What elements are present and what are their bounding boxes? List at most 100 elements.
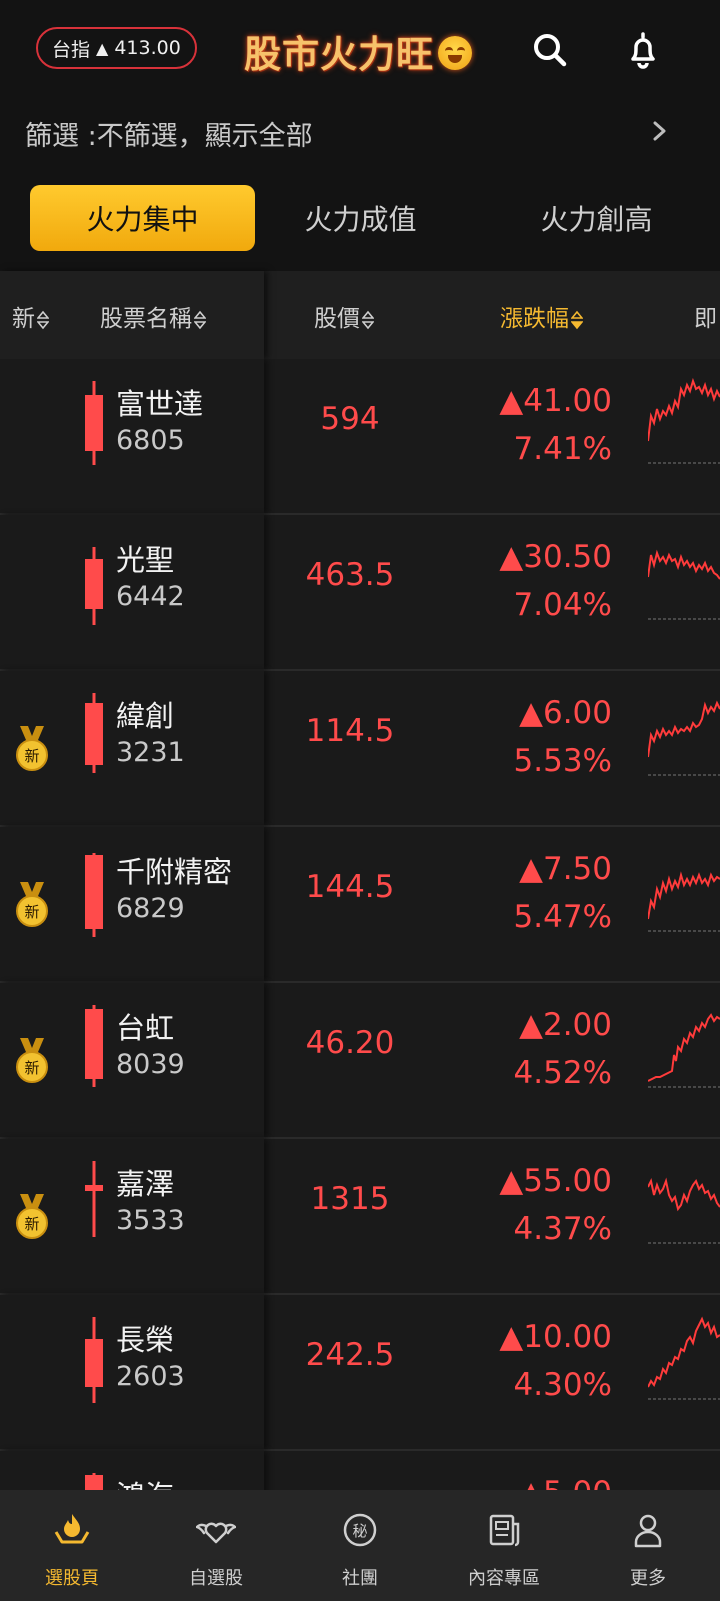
column-header: 新 股票名稱 股價 漲跌幅 即 [0, 271, 720, 359]
stock-percent: 4.52% [513, 1055, 612, 1091]
bell-icon[interactable] [621, 28, 665, 72]
stock-name: 嘉澤 [116, 1167, 175, 1201]
stock-row[interactable]: 鴻海 ▲5.00 [0, 1451, 720, 1490]
filter-text: 篩選 :不篩選，顯示全部 [25, 114, 313, 153]
taiex-index-pill[interactable]: 台指 ▲ 413.00 [36, 27, 197, 69]
stock-change: ▲30.50 [499, 539, 612, 575]
index-label: 台指 [52, 38, 91, 61]
medal-text: 新 [24, 903, 39, 921]
stock-change-block: ▲5.00 [440, 1469, 612, 1490]
sort-icon [194, 310, 206, 329]
nav-content[interactable]: 內容專區 [432, 1490, 576, 1601]
candlestick-icon [85, 1161, 103, 1237]
newspaper-icon [489, 1514, 520, 1547]
filter-value: 不篩選，顯示全部 [96, 121, 313, 152]
nav-label: 選股頁 [45, 1568, 99, 1589]
stock-name: 富世達 [116, 387, 204, 421]
stock-code: 6442 [116, 581, 185, 612]
stock-percent: 4.37% [513, 1211, 612, 1247]
nav-label: 內容專區 [468, 1568, 540, 1589]
stock-percent: 7.41% [513, 431, 612, 467]
stock-code: 8039 [116, 1049, 185, 1080]
candlestick-icon [85, 547, 103, 625]
intraday-sparkline [648, 871, 720, 932]
stock-row[interactable]: 新 嘉澤 3533 1315 ▲55.00 4.37% [0, 1139, 720, 1295]
stock-percent: 7.04% [513, 587, 612, 623]
new-medal-icon: 新 [16, 726, 48, 771]
stock-name: 長榮 [116, 1323, 175, 1357]
app-header: 台指 ▲ 413.00 股市火力旺 [0, 0, 720, 100]
tab-fire-focus[interactable]: 火力集中 [30, 185, 255, 251]
nav-community[interactable]: 秘 社團 [288, 1490, 432, 1601]
stock-change-block: ▲30.50 7.04% [440, 533, 612, 629]
stock-change-block: ▲10.00 4.30% [440, 1313, 612, 1409]
intraday-sparkline [648, 1013, 720, 1088]
stock-name: 千附精密 [116, 855, 233, 889]
sort-icon [362, 310, 374, 329]
candlestick-icon [85, 693, 103, 773]
col-name[interactable]: 股票名稱 [100, 299, 206, 333]
stock-change: ▲6.00 [519, 695, 612, 731]
stock-row[interactable]: 光聖 6442 463.5 ▲30.50 7.04% [0, 515, 720, 671]
stock-list[interactable]: 富世達 6805 594 ▲41.00 7.41% 光聖 6442 463.5 … [0, 359, 720, 1490]
stock-name: 台虹 [116, 1011, 175, 1045]
tab-fire-high[interactable]: 火力創高 [484, 185, 709, 251]
stock-code: 3231 [116, 737, 185, 768]
nav-watchlist[interactable]: 自選股 [144, 1490, 288, 1601]
col-price-label: 股價 [314, 306, 360, 332]
stock-change: ▲5.00 [440, 1469, 612, 1490]
search-icon[interactable] [528, 28, 572, 72]
nav-label: 更多 [630, 1568, 666, 1589]
new-medal-icon: 新 [16, 882, 48, 927]
filter-label: 篩選 : [25, 121, 97, 152]
medal-text: 新 [24, 1059, 39, 1077]
stock-name: 光聖 [116, 543, 175, 577]
stock-row[interactable]: 新 緯創 3231 114.5 ▲6.00 5.53% [0, 671, 720, 827]
candlestick-icon [85, 381, 103, 465]
app-title: 股市火力旺 [244, 32, 434, 76]
intraday-sparkline [648, 1316, 720, 1400]
stock-price: 114.5 [305, 713, 395, 749]
index-value: 413.00 [114, 37, 181, 59]
index-arrow: ▲ [96, 38, 109, 58]
nav-label: 自選股 [189, 1568, 243, 1589]
candlestick-icon [85, 1317, 103, 1403]
stock-change: ▲41.00 [499, 383, 612, 419]
candlestick-icon [85, 1005, 103, 1087]
col-intraday[interactable]: 即 [694, 299, 717, 333]
bottom-nav: 選股頁 自選股 秘 社團 內容專區 更多 [0, 1490, 720, 1601]
stock-row[interactable]: 新 台虹 8039 46.20 ▲2.00 4.52% [0, 983, 720, 1139]
stock-change-block: ▲6.00 5.53% [440, 689, 612, 785]
medal-text: 新 [24, 747, 39, 765]
nav-more[interactable]: 更多 [576, 1490, 720, 1601]
stock-row[interactable]: 新 千附精密 6829 144.5 ▲7.50 5.47% [0, 827, 720, 983]
col-change[interactable]: 漲跌幅 [500, 299, 583, 333]
flame-hands-icon [54, 1514, 90, 1544]
filter-bar[interactable]: 篩選 :不篩選，顯示全部 [0, 100, 720, 162]
stock-price: 46.20 [305, 1025, 395, 1061]
winged-heart-icon [196, 1522, 236, 1544]
stock-change-block: ▲55.00 4.37% [440, 1157, 612, 1253]
candlestick-icon [85, 1473, 103, 1490]
stock-row[interactable]: 富世達 6805 594 ▲41.00 7.41% [0, 359, 720, 515]
stock-change: ▲7.50 [519, 851, 612, 887]
col-change-label: 漲跌幅 [500, 306, 569, 332]
candlestick-icon [85, 853, 103, 937]
intraday-sparkline [648, 1177, 720, 1244]
stock-price: 594 [320, 401, 380, 437]
intraday-sparkline [648, 700, 720, 776]
person-icon [634, 1514, 662, 1548]
nav-label: 社團 [342, 1568, 378, 1589]
col-new[interactable]: 新 [12, 299, 49, 333]
col-name-label: 股票名稱 [100, 306, 192, 332]
stock-price: 463.5 [305, 557, 395, 593]
medal-text: 新 [24, 1215, 39, 1233]
new-medal-icon: 新 [16, 1194, 48, 1239]
stock-change-block: ▲41.00 7.41% [440, 377, 612, 473]
badge-char: 秘 [352, 1522, 367, 1540]
nav-stock-picker[interactable]: 選股頁 [0, 1490, 144, 1601]
heart-eyes-emoji-icon [438, 36, 472, 70]
stock-row[interactable]: 長榮 2603 242.5 ▲10.00 4.30% [0, 1295, 720, 1451]
col-price[interactable]: 股價 [314, 299, 374, 333]
tab-fire-turnover[interactable]: 火力成值 [248, 185, 473, 251]
